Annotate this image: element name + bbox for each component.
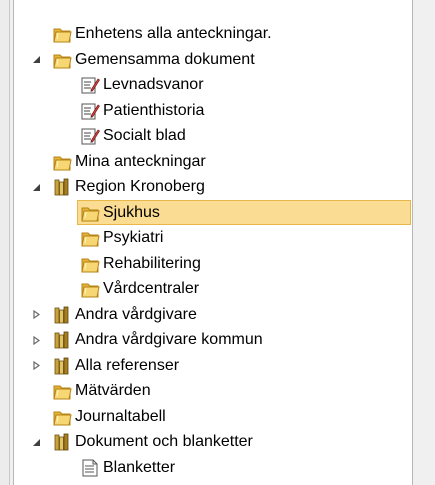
tree-item-label: Sjukhus [103, 203, 160, 221]
books-icon [52, 432, 72, 452]
folder-icon [52, 407, 72, 427]
tree-item[interactable]: Region Kronoberg [14, 174, 412, 200]
tree-item[interactable]: Sjukhus [14, 199, 412, 225]
form-icon [80, 101, 100, 121]
tree-item[interactable]: Psykiatri [14, 225, 412, 251]
books-icon [52, 356, 72, 376]
tree-item[interactable]: Patienthistoria [14, 98, 412, 124]
expanded-arrow-icon[interactable] [30, 54, 42, 66]
tree-item[interactable]: Mina anteckningar [14, 149, 412, 175]
tree-item-label: Mina anteckningar [75, 152, 206, 170]
tree-item[interactable]: Enhetens alla anteckningar. [14, 21, 412, 47]
tree-item-label: Gemensamma dokument [75, 50, 255, 68]
tree-item-label: Vårdcentraler [103, 280, 200, 297]
books-icon [52, 305, 72, 325]
tree-item[interactable]: Andra vårdgivare [14, 302, 412, 328]
books-icon [52, 330, 72, 350]
tree-item-label: Region Kronoberg [75, 178, 205, 195]
tree-item-label: Socialt blad [103, 127, 186, 144]
folder-icon [52, 50, 72, 70]
tree-item[interactable]: Journaltabell [14, 404, 412, 430]
tree-item[interactable]: Rehabilitering [14, 251, 412, 277]
tree-item-label: Levnadsvanor [103, 76, 204, 93]
right-border-strip [413, 0, 435, 485]
form-icon [80, 75, 100, 95]
left-border-strip [0, 0, 10, 485]
tree-item[interactable]: Levnadsvanor [14, 72, 412, 98]
tree-item-label: Andra vårdgivare [75, 305, 197, 323]
folder-icon [80, 228, 100, 248]
tree-item-label: Blanketter [103, 458, 176, 476]
tree-item-label: Alla referenser [75, 356, 180, 374]
tree-item-label: Dokument och blanketter [75, 433, 253, 450]
tree-item[interactable]: Andra vårdgivare kommun [14, 327, 412, 353]
folder-icon [52, 152, 72, 172]
tree-item-label: Mätvärden [75, 382, 151, 399]
collapsed-arrow-icon[interactable] [30, 334, 42, 346]
tree-item-label: Patienthistoria [103, 101, 205, 119]
collapsed-arrow-icon[interactable] [30, 309, 42, 321]
folder-icon [80, 203, 100, 223]
folder-icon [52, 381, 72, 401]
expanded-arrow-icon[interactable] [30, 436, 42, 448]
tree-item-label: Journaltabell [75, 407, 166, 425]
tree-item-label: Rehabilitering [103, 254, 201, 272]
tree-item[interactable]: Blanketter [14, 455, 412, 481]
document-icon [80, 458, 100, 478]
collapsed-arrow-icon[interactable] [30, 360, 42, 372]
folder-icon [80, 279, 100, 299]
tree-item-label: Andra vårdgivare kommun [75, 331, 263, 348]
tree-panel: Enhetens alla anteckningar. Gemensamma d… [13, 0, 413, 485]
folder-icon [52, 24, 72, 44]
expanded-arrow-icon[interactable] [30, 181, 42, 193]
tree-item-label: Enhetens alla anteckningar. [75, 25, 272, 42]
tree-item[interactable]: Dokument och blanketter [14, 429, 412, 455]
tree-item[interactable]: Socialt blad [14, 123, 412, 149]
tree-item[interactable]: Alla referenser [14, 353, 412, 379]
tree-item[interactable]: Vårdcentraler [14, 276, 412, 302]
folder-icon [80, 254, 100, 274]
tree-item-label: Psykiatri [103, 229, 164, 246]
tree-item[interactable]: Gemensamma dokument [14, 47, 412, 73]
books-icon [52, 177, 72, 197]
tree-view: Enhetens alla anteckningar. Gemensamma d… [14, 21, 412, 480]
tree-item[interactable]: Mätvärden [14, 378, 412, 404]
form-icon [80, 126, 100, 146]
